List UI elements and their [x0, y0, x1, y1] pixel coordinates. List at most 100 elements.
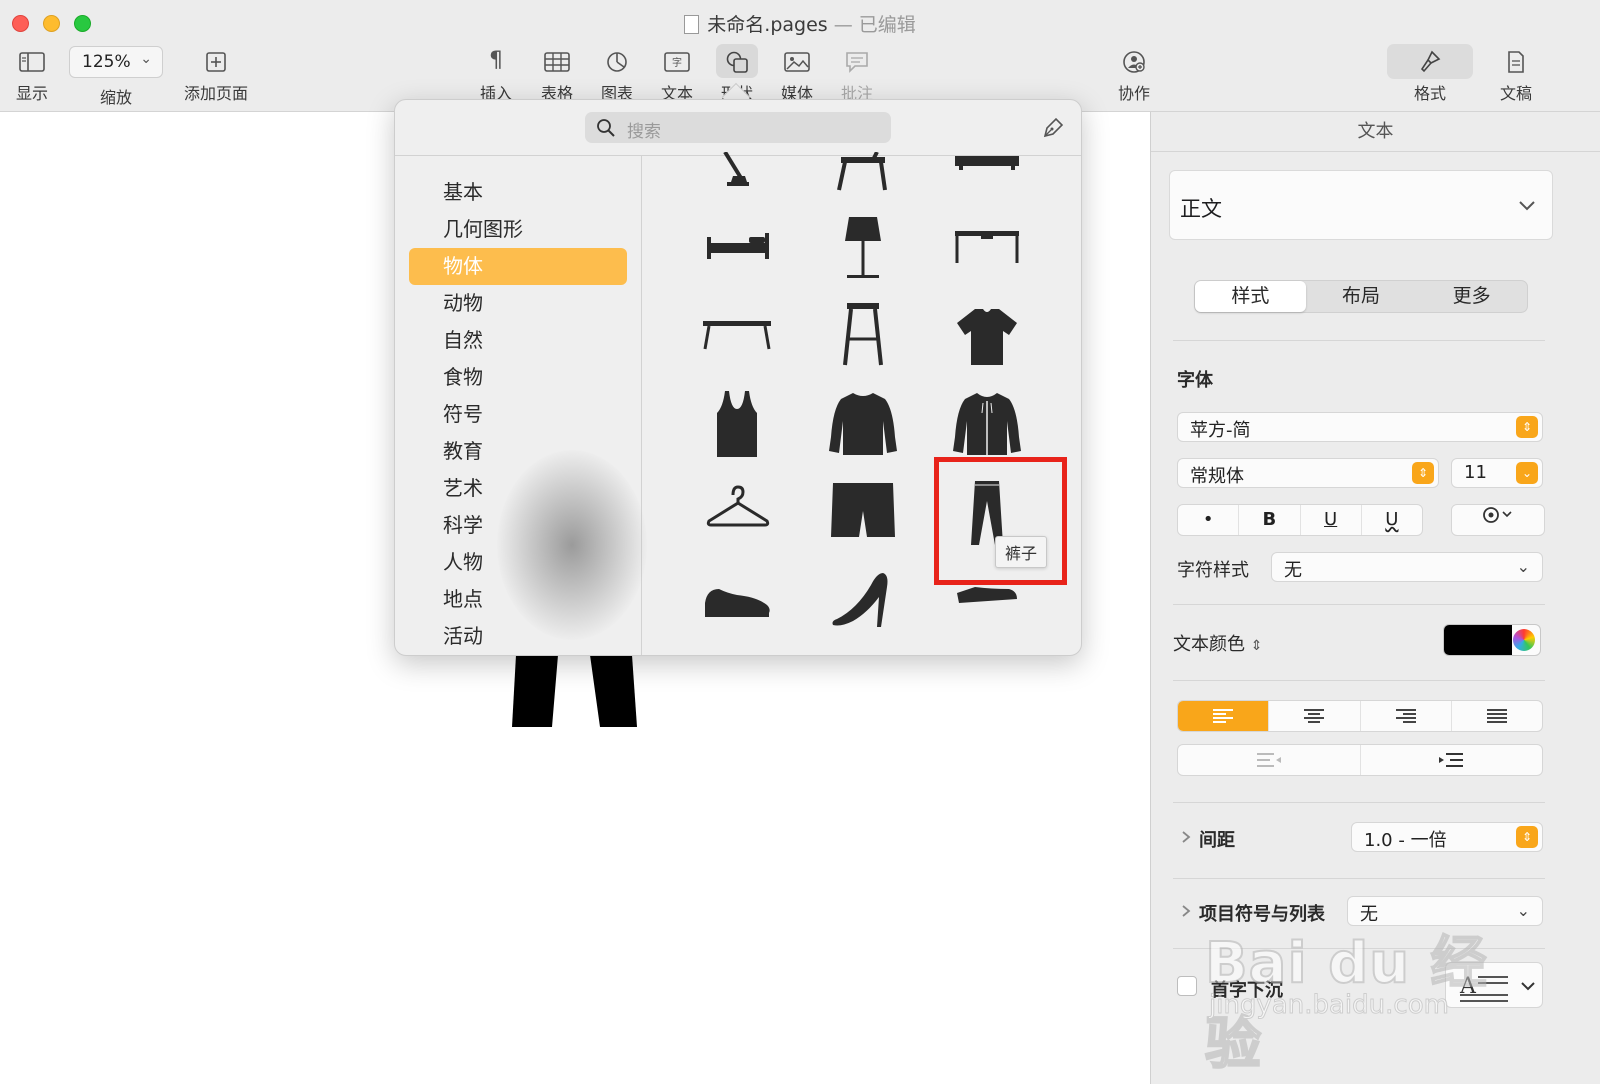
- pilcrow-icon: ¶: [489, 48, 503, 73]
- text-box-button[interactable]: 字 文本: [657, 44, 697, 104]
- comment-icon: [837, 44, 877, 78]
- media-button[interactable]: 媒体: [777, 44, 817, 104]
- typeface-value: 常规体: [1190, 466, 1244, 487]
- sweater-icon[interactable]: [823, 387, 903, 461]
- category-objects[interactable]: 物体: [409, 248, 627, 285]
- tab-more[interactable]: 更多: [1416, 281, 1527, 312]
- document-label: 文稿: [1499, 84, 1532, 103]
- bar-stool-icon[interactable]: [823, 299, 903, 373]
- text-style-buttons: • B U U: [1177, 504, 1423, 536]
- sneaker-icon[interactable]: [697, 563, 777, 637]
- increase-indent-button[interactable]: [1361, 745, 1543, 775]
- floor-lamp-icon[interactable]: [823, 211, 903, 285]
- spacing-select[interactable]: 1.0 - 一倍 ⇕: [1351, 822, 1543, 852]
- pages-document-icon: [684, 15, 700, 34]
- document-icon: [1496, 44, 1536, 78]
- strikethrough-button[interactable]: U: [1362, 505, 1422, 535]
- align-center-icon: [1304, 709, 1325, 723]
- desk-icon[interactable]: [947, 211, 1027, 285]
- zoom-label-wrap: 缩放: [96, 82, 136, 108]
- document-name: 未命名.pages: [707, 14, 828, 36]
- format-button[interactable]: 格式: [1410, 44, 1450, 104]
- divider: [1173, 340, 1545, 341]
- tab-style[interactable]: 样式: [1195, 281, 1306, 312]
- decrease-indent-button[interactable]: [1178, 745, 1361, 775]
- underline-button[interactable]: U: [1301, 505, 1362, 535]
- text-color-well[interactable]: [1443, 624, 1541, 656]
- dropcap-style-select[interactable]: A: [1445, 962, 1543, 1008]
- hanger-icon[interactable]: [697, 475, 777, 549]
- bullets-select[interactable]: 无 ⌄: [1347, 896, 1543, 926]
- tab-layout[interactable]: 布局: [1306, 281, 1417, 312]
- window-title: 未命名.pages — 已编辑: [0, 10, 1600, 37]
- zoom-select[interactable]: 125% ⌄: [69, 46, 163, 78]
- align-justify-button[interactable]: [1452, 701, 1542, 731]
- divider: [1173, 948, 1545, 949]
- tank-top-icon[interactable]: [697, 387, 777, 461]
- font-size-field[interactable]: 11 ⌄: [1451, 458, 1543, 488]
- bold-button[interactable]: B: [1239, 505, 1301, 535]
- color-swatch[interactable]: [1444, 625, 1512, 655]
- gear-icon: [1481, 507, 1515, 529]
- insert-button[interactable]: ¶ 插入: [476, 44, 516, 104]
- high-heel-icon[interactable]: [823, 563, 903, 637]
- category-geometry[interactable]: 几何图形: [409, 211, 627, 248]
- sidebar-icon: [14, 44, 50, 78]
- text-options-button[interactable]: [1451, 504, 1545, 536]
- category-basic[interactable]: 基本: [409, 174, 627, 211]
- shape-icon: [717, 44, 757, 78]
- collaborate-icon: [1114, 44, 1154, 78]
- align-center-button[interactable]: [1269, 701, 1361, 731]
- color-wheel-icon[interactable]: [1513, 629, 1535, 651]
- chevron-down-icon: ⌄: [1516, 462, 1538, 484]
- collaborate-label: 协作: [1117, 84, 1150, 103]
- shape-search-field[interactable]: 搜索: [585, 112, 891, 143]
- category-symbols[interactable]: 符号: [409, 396, 627, 433]
- dropcap-checkbox[interactable]: [1177, 976, 1197, 996]
- char-style-select[interactable]: 无 ⌄: [1271, 552, 1543, 582]
- stepper-icon: ⇕: [1412, 462, 1434, 484]
- font-family-select[interactable]: 苹方-简 ⇕: [1177, 412, 1543, 442]
- indent-icon: [1439, 753, 1464, 767]
- coffee-table-icon[interactable]: [697, 299, 777, 373]
- document-button[interactable]: 文稿: [1496, 44, 1536, 104]
- text-color-label[interactable]: 文本颜色 ⇕: [1173, 630, 1262, 656]
- pen-icon[interactable]: [1041, 116, 1065, 144]
- paragraph-style-value: 正文: [1180, 197, 1222, 221]
- bullet-button[interactable]: •: [1178, 505, 1240, 535]
- align-right-button[interactable]: [1361, 701, 1452, 731]
- bullets-label: 项目符号与列表: [1199, 904, 1325, 925]
- bullets-value: 无: [1360, 904, 1378, 925]
- blurred-overlay: [497, 450, 647, 640]
- paragraph-style-select[interactable]: 正文: [1169, 170, 1553, 240]
- up-down-chevron-icon: ⇕: [1250, 638, 1263, 654]
- align-left-button[interactable]: [1178, 701, 1270, 731]
- table-button[interactable]: 表格: [537, 44, 577, 104]
- typeface-select[interactable]: 常规体 ⇕: [1177, 458, 1439, 488]
- text-color-label-text: 文本颜色: [1173, 634, 1245, 655]
- align-left-icon: [1213, 709, 1234, 723]
- inserted-pants-shape[interactable]: [512, 655, 637, 727]
- t-shirt-icon[interactable]: [947, 299, 1027, 373]
- view-button[interactable]: 显示: [14, 44, 50, 104]
- bullets-disclosure-icon[interactable]: [1181, 904, 1191, 922]
- window-toolbar: 未命名.pages — 已编辑 显示 125% ⌄ 缩放 添加页面 ¶ 插入 表格 …: [0, 0, 1600, 112]
- paintbrush-icon: [1410, 44, 1450, 78]
- zoom-value: 125%: [82, 52, 131, 72]
- font-section-label: 字体: [1177, 370, 1213, 391]
- shorts-icon[interactable]: [823, 475, 903, 549]
- spacing-disclosure-icon[interactable]: [1181, 830, 1191, 848]
- add-page-label: 添加页面: [183, 84, 248, 103]
- category-animals[interactable]: 动物: [409, 285, 627, 322]
- chart-button[interactable]: 图表: [597, 44, 637, 104]
- title-separator: —: [833, 14, 853, 36]
- comment-button[interactable]: 批注: [837, 44, 877, 104]
- category-food[interactable]: 食物: [409, 359, 627, 396]
- chevron-down-icon: [1518, 193, 1536, 217]
- indent-buttons: [1177, 744, 1543, 776]
- hoodie-icon[interactable]: [947, 387, 1027, 461]
- add-page-button[interactable]: 添加页面: [180, 44, 252, 104]
- collaborate-button[interactable]: 协作: [1114, 44, 1154, 104]
- bed-icon[interactable]: [697, 211, 777, 285]
- category-nature[interactable]: 自然: [409, 322, 627, 359]
